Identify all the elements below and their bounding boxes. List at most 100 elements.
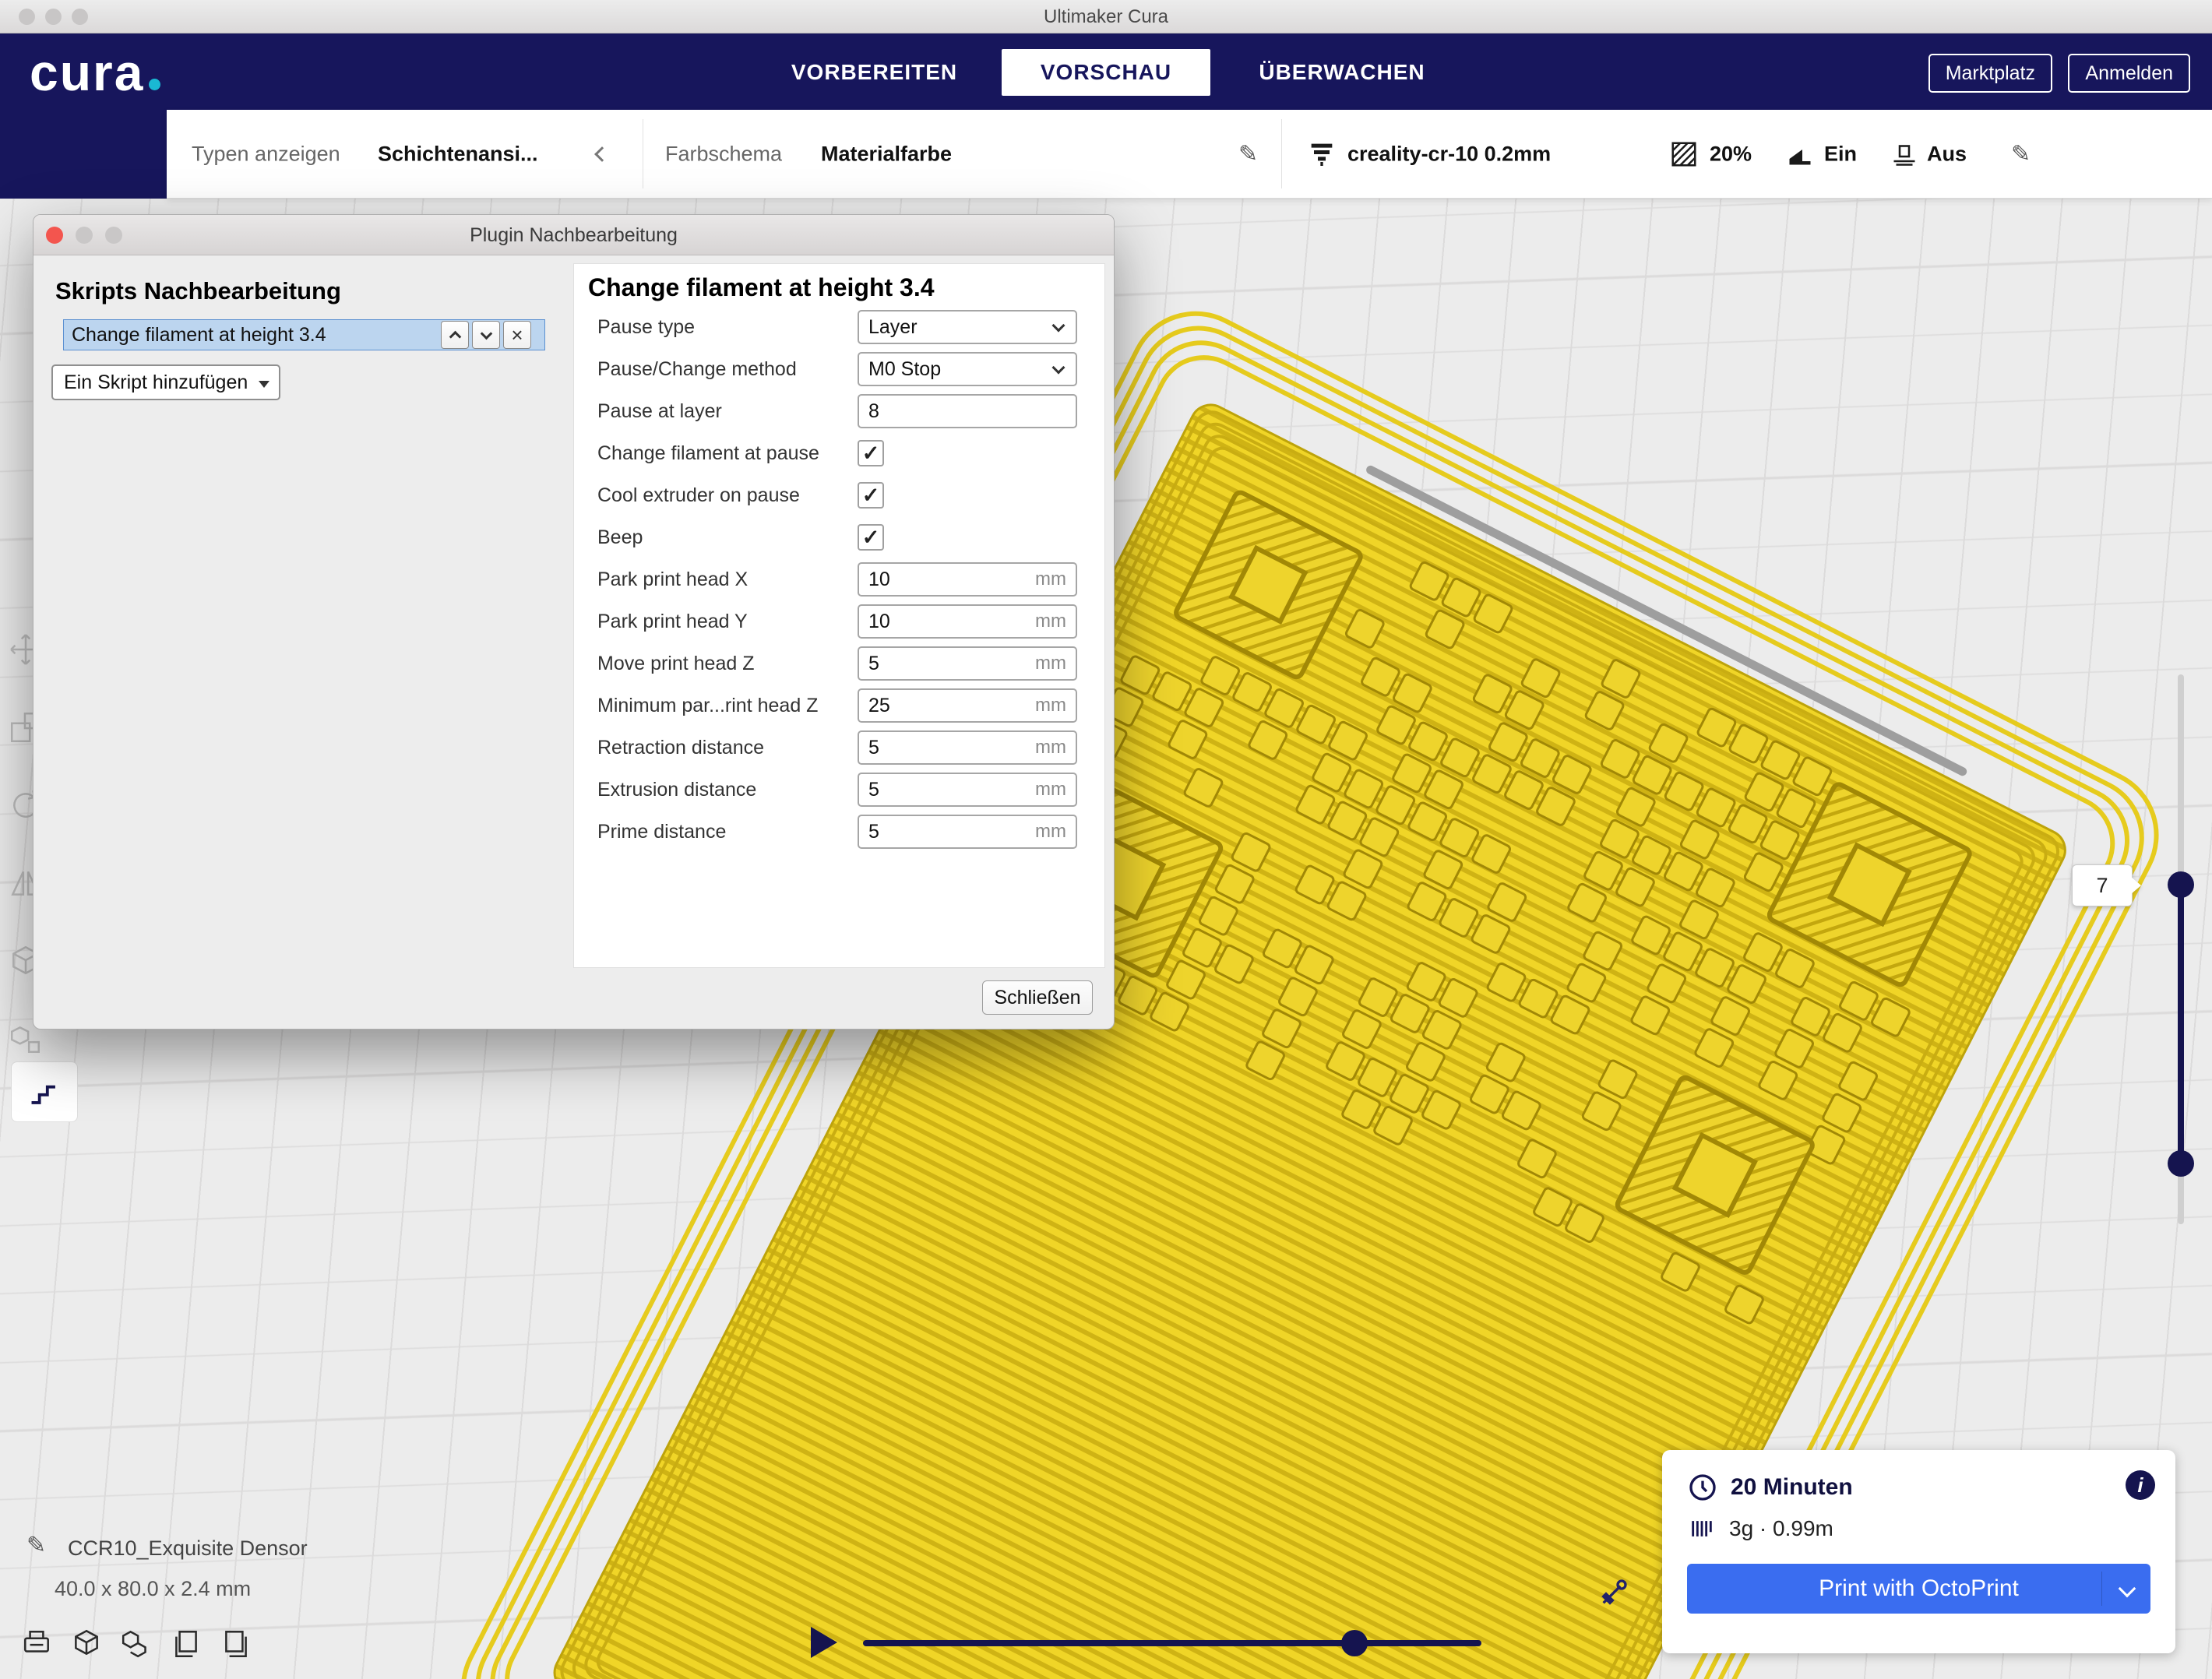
adhesion-icon [1890,140,1918,168]
print-summary-card: 20 Minuten i 3g · 0.99m Print with OctoP… [1662,1450,2175,1653]
pause-at-layer-value: 8 [859,400,1076,423]
tab-vorbereiten[interactable]: VORBEREITEN [779,49,970,96]
setting-row: Move print head Z5mm [574,642,1104,685]
layer-slider-lower-handle[interactable] [2168,1150,2194,1177]
move-print-head-z-input[interactable]: 5mm [858,646,1077,681]
layer-slider-range[interactable] [2178,885,2184,1163]
unit-label: mm [1035,568,1076,590]
unit-label: mm [1035,653,1076,674]
setting-row: Park print head X10mm [574,558,1104,600]
pause-type-select[interactable]: Layer [858,310,1077,344]
printer-profile-button[interactable]: creality-cr-10 0.2mm [1347,142,1551,166]
dialog-title: Plugin Nachbearbeitung [33,215,1114,255]
scripts-heading: Skripts Nachbearbeitung [55,277,341,305]
add-script-button[interactable]: Ein Skript hinzufügen [51,364,280,400]
header-left-extension [0,110,167,199]
park-print-head-y-label: Park print head Y [574,611,858,633]
object-cube-icon[interactable] [70,1627,103,1660]
layer-steps-icon [27,1077,62,1107]
print-with-octoprint-button[interactable]: Print with OctoPrint [1687,1564,2150,1614]
support-value: Ein [1824,142,1857,166]
chevron-down-icon[interactable] [2119,1580,2136,1598]
unit-label: mm [1035,779,1076,801]
dialog-titlebar[interactable]: Plugin Nachbearbeitung [33,215,1114,255]
minimum-par-rint-head-z-input[interactable]: 25mm [858,688,1077,723]
rename-pencil-icon[interactable]: ✎ [26,1532,46,1559]
minimum-par-rint-head-z-label: Minimum par...rint head Z [574,695,858,717]
extrusion-distance-input[interactable]: 5mm [858,773,1077,807]
chevron-down-icon [1052,319,1065,332]
minimum-par-rint-head-z-value: 25 [859,695,1035,717]
remove-script-button[interactable]: × [503,321,531,349]
layer-profile-icon [1306,139,1337,170]
park-print-head-y-input[interactable]: 10mm [858,604,1077,639]
edit-pencil-icon[interactable]: ✎ [1238,140,1258,167]
setting-row: Minimum par...rint head Z25mm [574,685,1104,727]
close-icon: × [511,325,523,345]
view-type-label: Typen anzeigen [192,142,340,166]
setting-row: Beep✓ [574,516,1104,558]
pause-at-layer-input[interactable]: 8 [858,394,1077,428]
time-estimate: 20 Minuten [1731,1474,1853,1501]
color-scheme-label: Farbschema [665,142,782,166]
retraction-distance-input[interactable]: 5mm [858,730,1077,765]
settings-form: Pause typeLayerPause/Change methodM0 Sto… [574,306,1104,853]
play-icon[interactable] [811,1627,837,1658]
path-slider-handle[interactable] [1341,1630,1368,1656]
model-dimensions: 40.0 x 80.0 x 2.4 mm [55,1577,251,1601]
object-group-icon[interactable] [120,1627,153,1660]
change-filament-at-pause-checkbox[interactable]: ✓ [858,440,884,466]
beep-checkbox[interactable]: ✓ [858,524,884,551]
copy-sheet-alt-icon[interactable] [220,1627,252,1660]
zoom-icon[interactable] [105,227,122,244]
tab-ueberwachen[interactable]: ÜBERWACHEN [1252,49,1432,96]
cura-logo: cura [30,43,160,102]
logo-dot-icon [149,79,160,90]
signin-button[interactable]: Anmelden [2068,54,2190,93]
support-icon [1786,140,1814,168]
model-name: CCR10_Exquisite Densor [68,1536,308,1561]
retraction-distance-value: 5 [859,737,1035,759]
layer-steps-button[interactable] [11,1061,78,1122]
marketplace-button[interactable]: Marktplatz [1928,54,2052,93]
move-print-head-z-label: Move print head Z [574,653,858,675]
unit-label: mm [1035,695,1076,716]
pause-change-method-select[interactable]: M0 Stop [858,352,1077,386]
change-filament-at-pause-label: Change filament at pause [574,442,858,465]
tab-vorschau[interactable]: VORSCHAU [1002,49,1210,96]
setting-row: Prime distance5mm [574,811,1104,853]
layer-slider-upper-handle[interactable] [2168,871,2194,898]
minimize-icon[interactable] [76,227,93,244]
copy-sheet-icon[interactable] [170,1627,203,1660]
infill-icon [1669,139,1699,169]
setting-row: Pause at layer8 [574,390,1104,432]
prime-distance-input[interactable]: 5mm [858,815,1077,849]
unit-label: mm [1035,611,1076,632]
close-icon[interactable] [46,227,63,244]
park-print-head-x-value: 10 [859,568,1035,591]
close-dialog-button[interactable]: Schließen [982,980,1093,1015]
info-icon[interactable]: i [2126,1470,2155,1500]
pause-type-value: Layer [859,316,1054,339]
setting-row: Park print head Y10mm [574,600,1104,642]
view-type-dropdown[interactable]: Schichtenansi... [378,142,538,166]
divider [1281,119,1282,188]
setting-row: Change filament at pause✓ [574,432,1104,474]
checkmark-icon: ✓ [862,485,880,506]
park-print-head-x-input[interactable]: 10mm [858,562,1077,597]
cool-extruder-on-pause-checkbox[interactable]: ✓ [858,482,884,509]
setting-row: Pause/Change methodM0 Stop [574,348,1104,390]
pause-change-method-label: Pause/Change method [574,358,858,381]
tools-icon[interactable] [1598,1577,1629,1608]
printer-status-icon[interactable] [20,1627,53,1660]
move-script-up-button[interactable] [441,321,469,349]
chevron-left-icon[interactable] [594,146,610,162]
edit-settings-pencil-icon[interactable]: ✎ [2011,140,2031,167]
layer-indicator-flag: 7 [2072,864,2133,906]
prime-distance-value: 5 [859,821,1035,843]
move-script-down-button[interactable] [472,321,500,349]
retraction-distance-label: Retraction distance [574,737,858,759]
path-slider-track[interactable] [863,1640,1481,1646]
chevron-down-icon [480,327,492,340]
color-scheme-dropdown[interactable]: Materialfarbe [821,142,952,166]
